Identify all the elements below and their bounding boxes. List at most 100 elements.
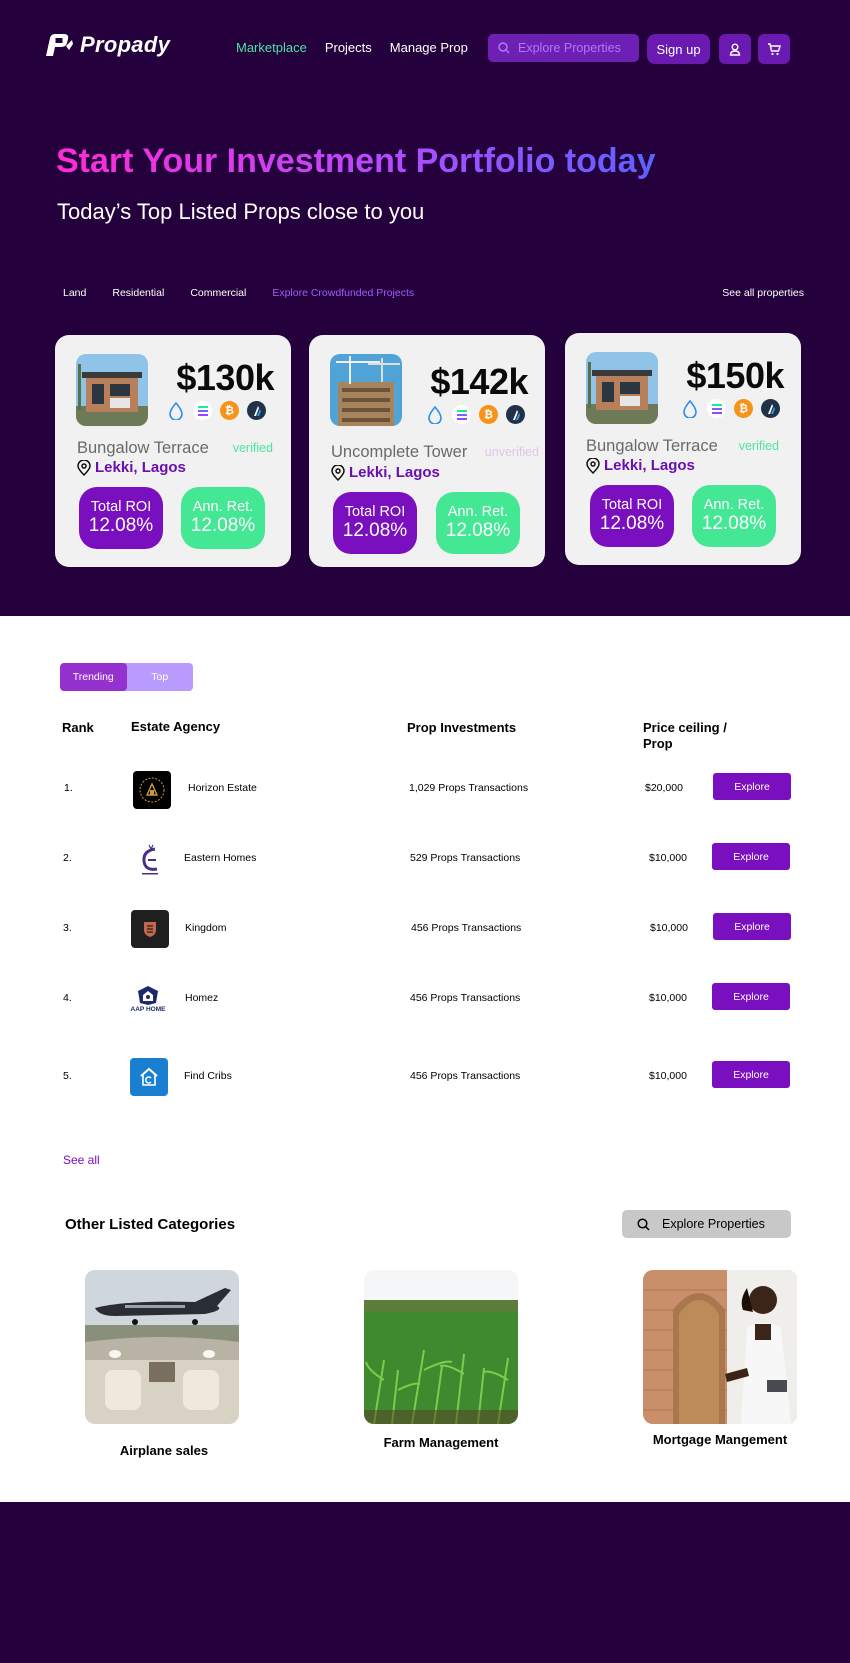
ranking-tab-switch: Trending Top bbox=[60, 663, 193, 691]
ann-label: Ann. Ret. bbox=[192, 499, 254, 515]
homez-logo: AAP HOME bbox=[129, 980, 167, 1018]
location-text: Lekki, Lagos bbox=[349, 464, 440, 481]
bitcoin-icon: ₿ bbox=[220, 401, 239, 420]
see-all-properties-link[interactable]: See all properties bbox=[722, 287, 804, 299]
agency-name[interactable]: Kingdom bbox=[185, 922, 226, 934]
header-search[interactable] bbox=[488, 34, 639, 62]
drop-icon bbox=[166, 401, 185, 420]
location-pin-icon bbox=[77, 459, 91, 476]
explore-button[interactable]: Explore bbox=[712, 1061, 790, 1088]
category-label[interactable]: Farm Management bbox=[364, 1435, 518, 1451]
hero-title: Start Your Investment Portfolio today bbox=[56, 142, 656, 180]
user-button[interactable] bbox=[719, 34, 751, 64]
roi-value: 12.08% bbox=[88, 515, 154, 536]
bitcoin-icon: ₿ bbox=[734, 399, 753, 418]
explore-button[interactable]: Explore bbox=[712, 983, 790, 1010]
status-badge: verified bbox=[232, 441, 273, 455]
price-cell: $20,000 bbox=[645, 782, 683, 794]
ann-value: 12.08% bbox=[701, 513, 767, 534]
tab-trending[interactable]: Trending bbox=[60, 663, 127, 691]
explore-properties-button[interactable]: Explore Properties bbox=[622, 1210, 791, 1238]
main-nav: Marketplace Projects Manage Prop bbox=[236, 40, 468, 55]
user-icon bbox=[729, 43, 741, 56]
roi-label: Total ROI bbox=[601, 497, 663, 513]
search-input[interactable] bbox=[518, 41, 634, 55]
ann-label: Ann. Ret. bbox=[447, 504, 509, 520]
bungalow-image bbox=[76, 354, 148, 426]
property-card[interactable]: $150k ₿ Bungalow Terrace verified Lekki,… bbox=[565, 333, 801, 565]
brand-name: Propady bbox=[80, 32, 171, 57]
property-card[interactable]: $130k ₿ Bungalow Terrace verified Lekki,… bbox=[55, 335, 291, 567]
brand-logo[interactable]: Propady bbox=[42, 32, 170, 58]
ann-value: 12.08% bbox=[190, 515, 256, 536]
drop-icon bbox=[425, 405, 444, 424]
agency-name[interactable]: Horizon Estate bbox=[188, 782, 257, 794]
explore-button[interactable]: Explore bbox=[712, 843, 790, 870]
rank-cell: 3. bbox=[63, 922, 72, 934]
card-property-name: Uncomplete Tower bbox=[331, 443, 468, 461]
arbitrum-icon bbox=[506, 405, 525, 424]
arbitrum-icon bbox=[247, 401, 266, 420]
status-badge: verified bbox=[738, 439, 779, 453]
explore-button[interactable]: Explore bbox=[713, 913, 791, 940]
cart-icon bbox=[768, 42, 781, 55]
tab-top[interactable]: Top bbox=[127, 663, 194, 691]
annual-return-pill: Ann. Ret. 12.08% bbox=[436, 492, 520, 554]
annual-return-pill: Ann. Ret. 12.08% bbox=[692, 485, 776, 547]
see-all-link[interactable]: See all bbox=[63, 1153, 100, 1167]
solana-icon bbox=[193, 401, 212, 420]
roi-label: Total ROI bbox=[90, 499, 152, 515]
rank-cell: 1. bbox=[64, 782, 73, 794]
category-label[interactable]: Mortgage Mangement bbox=[643, 1432, 797, 1448]
category-label[interactable]: Airplane sales bbox=[87, 1443, 241, 1459]
investments-cell: 1,029 Props Transactions bbox=[409, 782, 529, 794]
propady-logo-icon bbox=[46, 34, 73, 56]
filter-land[interactable]: Land bbox=[63, 287, 86, 299]
hero-section: Propady Marketplace Projects Manage Prop… bbox=[0, 0, 850, 616]
eastern-homes-logo bbox=[131, 841, 169, 879]
column-header-price: Price ceiling / Prop bbox=[643, 720, 727, 751]
agency-name[interactable]: Homez bbox=[185, 992, 218, 1004]
price-cell: $10,000 bbox=[649, 992, 687, 1004]
agency-name[interactable]: Find Cribs bbox=[184, 1070, 232, 1082]
card-location: Lekki, Lagos bbox=[331, 464, 440, 481]
filter-crowdfunded[interactable]: Explore Crowdfunded Projects bbox=[272, 287, 414, 299]
property-card[interactable]: $142k ₿ Uncomplete Tower unverified Lekk… bbox=[309, 335, 545, 567]
nav-manage-prop[interactable]: Manage Prop bbox=[390, 40, 468, 55]
woman-at-door-image[interactable] bbox=[643, 1270, 797, 1424]
bitcoin-icon: ₿ bbox=[479, 405, 498, 424]
corn-farm-image[interactable] bbox=[364, 1270, 518, 1424]
column-header-rank: Rank bbox=[62, 720, 94, 735]
filter-commercial[interactable]: Commercial bbox=[190, 287, 246, 299]
hero-subtitle: Today’s Top Listed Props close to you bbox=[57, 199, 425, 224]
status-badge: unverified bbox=[484, 445, 539, 459]
ann-value: 12.08% bbox=[445, 520, 511, 541]
location-pin-icon bbox=[331, 464, 345, 481]
private-jet-image[interactable] bbox=[85, 1270, 239, 1424]
card-price: $150k bbox=[686, 355, 784, 396]
agency-name[interactable]: Eastern Homes bbox=[184, 852, 256, 864]
location-pin-icon bbox=[586, 457, 600, 474]
roi-label: Total ROI bbox=[344, 504, 406, 520]
nav-projects[interactable]: Projects bbox=[325, 40, 372, 55]
filter-residential[interactable]: Residential bbox=[112, 287, 164, 299]
categories-title: Other Listed Categories bbox=[65, 1216, 236, 1233]
price-cell: $10,000 bbox=[649, 1070, 687, 1082]
property-filters: Land Residential Commercial Explore Crow… bbox=[63, 287, 440, 299]
signup-button[interactable]: Sign up bbox=[647, 34, 710, 64]
cart-button[interactable] bbox=[758, 34, 790, 64]
rank-cell: 5. bbox=[63, 1070, 72, 1082]
card-location: Lekki, Lagos bbox=[586, 457, 695, 474]
find-cribs-logo bbox=[130, 1058, 168, 1096]
rank-cell: 2. bbox=[63, 852, 72, 864]
investments-cell: 529 Props Transactions bbox=[410, 852, 521, 864]
solana-icon bbox=[707, 399, 726, 418]
roi-value: 12.08% bbox=[342, 520, 408, 541]
card-property-name: Bungalow Terrace bbox=[77, 439, 209, 457]
card-location: Lekki, Lagos bbox=[77, 459, 186, 476]
explore-button[interactable]: Explore bbox=[713, 773, 791, 800]
nav-marketplace[interactable]: Marketplace bbox=[236, 40, 307, 55]
investments-cell: 456 Props Transactions bbox=[411, 922, 522, 934]
ann-label: Ann. Ret. bbox=[703, 497, 765, 513]
card-price: $142k bbox=[430, 361, 528, 402]
